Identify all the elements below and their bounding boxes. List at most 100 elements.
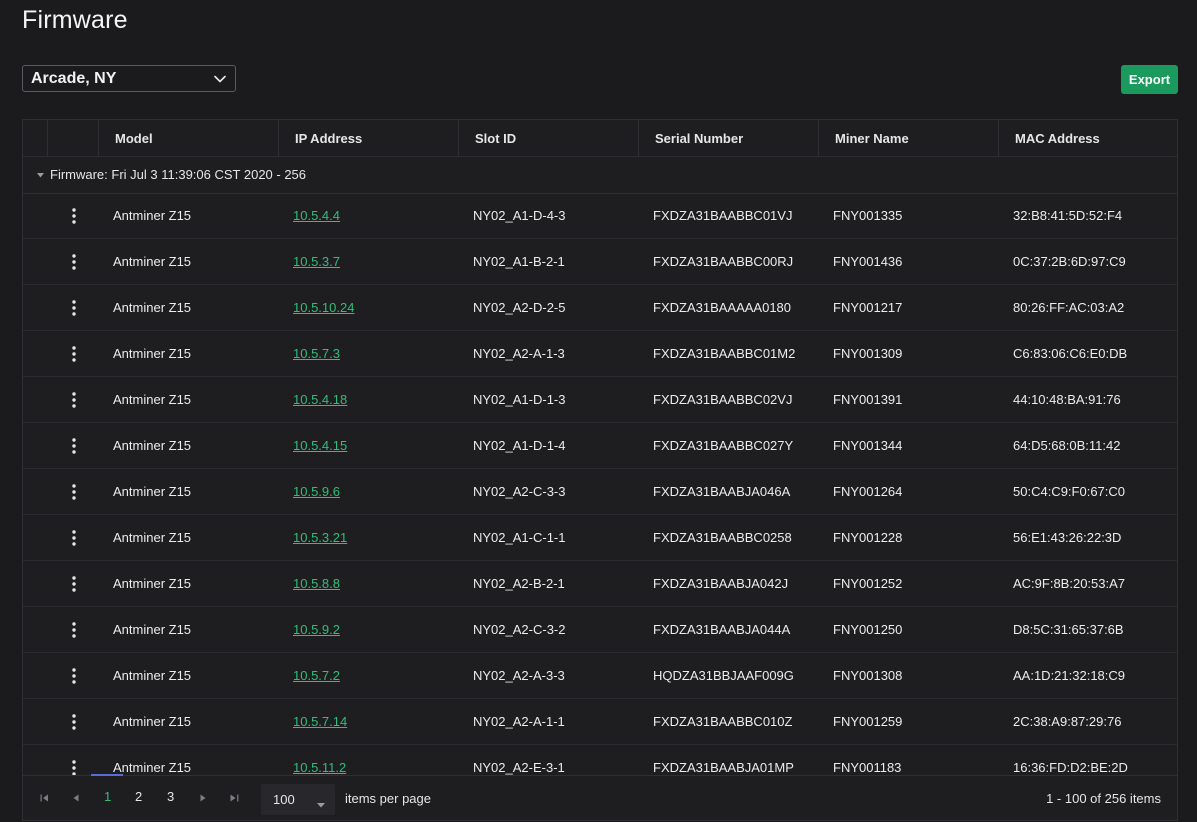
table-row: Antminer Z15 10.5.7.3 NY02_A2-A-1-3 FXDZA31… bbox=[23, 331, 1177, 377]
cell-slot-id: NY02_A1-D-1-3 bbox=[473, 392, 566, 407]
cell-slot-id: NY02_A2-A-1-3 bbox=[473, 346, 565, 361]
active-page-indicator bbox=[91, 774, 123, 776]
page-title: Firmware bbox=[22, 6, 128, 34]
cell-mac-address: 32:B8:41:5D:52:F4 bbox=[1013, 208, 1123, 223]
page-1-button[interactable]: 1 bbox=[104, 789, 111, 804]
page-3-button[interactable]: 3 bbox=[167, 789, 174, 804]
cell-mac-address: D8:5C:31:65:37:6B bbox=[1013, 622, 1124, 637]
table-row: Antminer Z15 10.5.8.8 NY02_A2-B-2-1 FXDZA31… bbox=[23, 561, 1177, 607]
cell-model: Antminer Z15 bbox=[113, 668, 192, 683]
cell-miner-name: FNY001259 bbox=[833, 714, 903, 729]
cell-serial-number: FXDZA31BAABJA042J bbox=[653, 576, 789, 591]
page-size-value: 100 bbox=[273, 792, 295, 807]
site-select[interactable]: Arcade, NY bbox=[22, 65, 236, 92]
prev-page-icon[interactable] bbox=[69, 791, 83, 805]
column-header-miner-name[interactable]: Miner Name bbox=[819, 120, 999, 156]
cell-ip-address[interactable]: 10.5.4.18 bbox=[293, 377, 347, 422]
cell-slot-id: NY02_A2-A-3-3 bbox=[473, 668, 565, 683]
cell-miner-name: FNY001264 bbox=[833, 484, 903, 499]
caret-down-icon[interactable] bbox=[36, 171, 44, 179]
cell-miner-name: FNY001335 bbox=[833, 208, 903, 223]
kebab-menu-icon[interactable] bbox=[64, 251, 84, 273]
cell-ip-address[interactable]: 10.5.3.21 bbox=[293, 515, 347, 560]
page-size-select[interactable]: 100 bbox=[261, 784, 335, 815]
cell-ip-address[interactable]: 10.5.4.15 bbox=[293, 423, 347, 468]
cell-model: Antminer Z15 bbox=[113, 484, 192, 499]
table-row: Antminer Z15 10.5.7.2 NY02_A2-A-3-3 HQDZA31… bbox=[23, 653, 1177, 699]
cell-serial-number: FXDZA31BAAAAA0180 bbox=[653, 300, 792, 315]
column-header-mac-address[interactable]: MAC Address bbox=[999, 120, 1177, 156]
kebab-menu-icon[interactable] bbox=[64, 757, 84, 775]
cell-miner-name: FNY001308 bbox=[833, 668, 903, 683]
cell-serial-number: FXDZA31BAABBC01VJ bbox=[653, 208, 793, 223]
column-header-model[interactable]: Model bbox=[99, 120, 279, 156]
cell-serial-number: HQDZA31BBJAAF009G bbox=[653, 668, 794, 683]
cell-ip-address[interactable]: 10.5.7.2 bbox=[293, 653, 340, 698]
cell-mac-address: AA:1D:21:32:18:C9 bbox=[1013, 668, 1126, 683]
group-label: Firmware: Fri Jul 3 11:39:06 CST 2020 - … bbox=[50, 167, 307, 182]
cell-ip-address[interactable]: 10.5.7.3 bbox=[293, 331, 340, 376]
cell-model: Antminer Z15 bbox=[113, 760, 192, 775]
cell-mac-address: C6:83:06:C6:E0:DB bbox=[1013, 346, 1128, 361]
table-row: Antminer Z15 10.5.3.7 NY02_A1-B-2-1 FXDZA31… bbox=[23, 239, 1177, 285]
cell-miner-name: FNY001391 bbox=[833, 392, 903, 407]
cell-serial-number: FXDZA31BAABJA01MP bbox=[653, 760, 794, 775]
cell-model: Antminer Z15 bbox=[113, 438, 192, 453]
cell-slot-id: NY02_A1-B-2-1 bbox=[473, 254, 565, 269]
cell-mac-address: 44:10:48:BA:91:76 bbox=[1013, 392, 1121, 407]
caret-down-icon bbox=[317, 796, 325, 811]
items-per-page-label: items per page bbox=[345, 791, 431, 806]
column-header-slot-id[interactable]: Slot ID bbox=[459, 120, 639, 156]
kebab-menu-icon[interactable] bbox=[64, 343, 84, 365]
cell-mac-address: AC:9F:8B:20:53:A7 bbox=[1013, 576, 1126, 591]
kebab-menu-icon[interactable] bbox=[64, 573, 84, 595]
kebab-menu-icon[interactable] bbox=[64, 205, 84, 227]
cell-miner-name: FNY001228 bbox=[833, 530, 903, 545]
kebab-menu-icon[interactable] bbox=[64, 297, 84, 319]
table-row: Antminer Z15 10.5.3.21 NY02_A1-C-1-1 FXDZA3… bbox=[23, 515, 1177, 561]
cell-serial-number: FXDZA31BAABBC027Y bbox=[653, 438, 794, 453]
cell-ip-address[interactable]: 10.5.3.7 bbox=[293, 239, 340, 284]
cell-ip-address[interactable]: 10.5.4.4 bbox=[293, 193, 340, 238]
first-page-icon[interactable] bbox=[37, 791, 51, 805]
cell-ip-address[interactable]: 10.5.8.8 bbox=[293, 561, 340, 606]
column-header-ip-address[interactable]: IP Address bbox=[279, 120, 459, 156]
kebab-menu-icon[interactable] bbox=[64, 665, 84, 687]
page-2-button[interactable]: 2 bbox=[135, 789, 142, 804]
column-header-serial-number[interactable]: Serial Number bbox=[639, 120, 819, 156]
cell-mac-address: 16:36:FD:D2:BE:2D bbox=[1013, 760, 1128, 775]
kebab-menu-icon[interactable] bbox=[64, 389, 84, 411]
table-row: Antminer Z15 10.5.4.18 NY02_A1-D-1-3 FXDZA3… bbox=[23, 377, 1177, 423]
cell-ip-address[interactable]: 10.5.9.2 bbox=[293, 607, 340, 652]
next-page-icon[interactable] bbox=[196, 791, 210, 805]
export-button[interactable]: Export bbox=[1121, 65, 1178, 94]
cell-ip-address[interactable]: 10.5.7.14 bbox=[293, 699, 347, 744]
group-row[interactable]: Firmware: Fri Jul 3 11:39:06 CST 2020 - … bbox=[23, 156, 1177, 194]
pager: 1 2 3 100 items per page 1 - 100 of 256 … bbox=[23, 774, 1177, 820]
header-actions bbox=[48, 120, 99, 156]
kebab-menu-icon[interactable] bbox=[64, 481, 84, 503]
cell-mac-address: 80:26:FF:AC:03:A2 bbox=[1013, 300, 1125, 315]
kebab-menu-icon[interactable] bbox=[64, 435, 84, 457]
cell-ip-address[interactable]: 10.5.11.2 bbox=[293, 745, 346, 775]
cell-slot-id: NY02_A1-C-1-1 bbox=[473, 530, 566, 545]
chevron-down-icon bbox=[205, 65, 235, 92]
table-row: Antminer Z15 10.5.10.24 NY02_A2-D-2-5 FXDZA… bbox=[23, 285, 1177, 331]
pager-range-info: 1 - 100 of 256 items bbox=[1046, 791, 1161, 806]
cell-ip-address[interactable]: 10.5.9.6 bbox=[293, 469, 340, 514]
kebab-menu-icon[interactable] bbox=[64, 711, 84, 733]
table-body: Antminer Z15 10.5.4.4 NY02_A1-D-4-3 FXDZA31… bbox=[23, 193, 1177, 775]
cell-serial-number: FXDZA31BAABBC00RJ bbox=[653, 254, 794, 269]
cell-miner-name: FNY001344 bbox=[833, 438, 903, 453]
cell-mac-address: 50:C4:C9:F0:67:C0 bbox=[1013, 484, 1126, 499]
kebab-menu-icon[interactable] bbox=[64, 619, 84, 641]
cell-ip-address[interactable]: 10.5.10.24 bbox=[293, 285, 354, 330]
last-page-icon[interactable] bbox=[227, 791, 241, 805]
cell-serial-number: FXDZA31BAABJA044A bbox=[653, 622, 791, 637]
cell-mac-address: 2C:38:A9:87:29:76 bbox=[1013, 714, 1122, 729]
table-row: Antminer Z15 10.5.4.4 NY02_A1-D-4-3 FXDZA31… bbox=[23, 193, 1177, 239]
cell-mac-address: 64:D5:68:0B:11:42 bbox=[1013, 438, 1121, 453]
cell-model: Antminer Z15 bbox=[113, 254, 192, 269]
site-select-value: Arcade, NY bbox=[31, 69, 117, 87]
kebab-menu-icon[interactable] bbox=[64, 527, 84, 549]
